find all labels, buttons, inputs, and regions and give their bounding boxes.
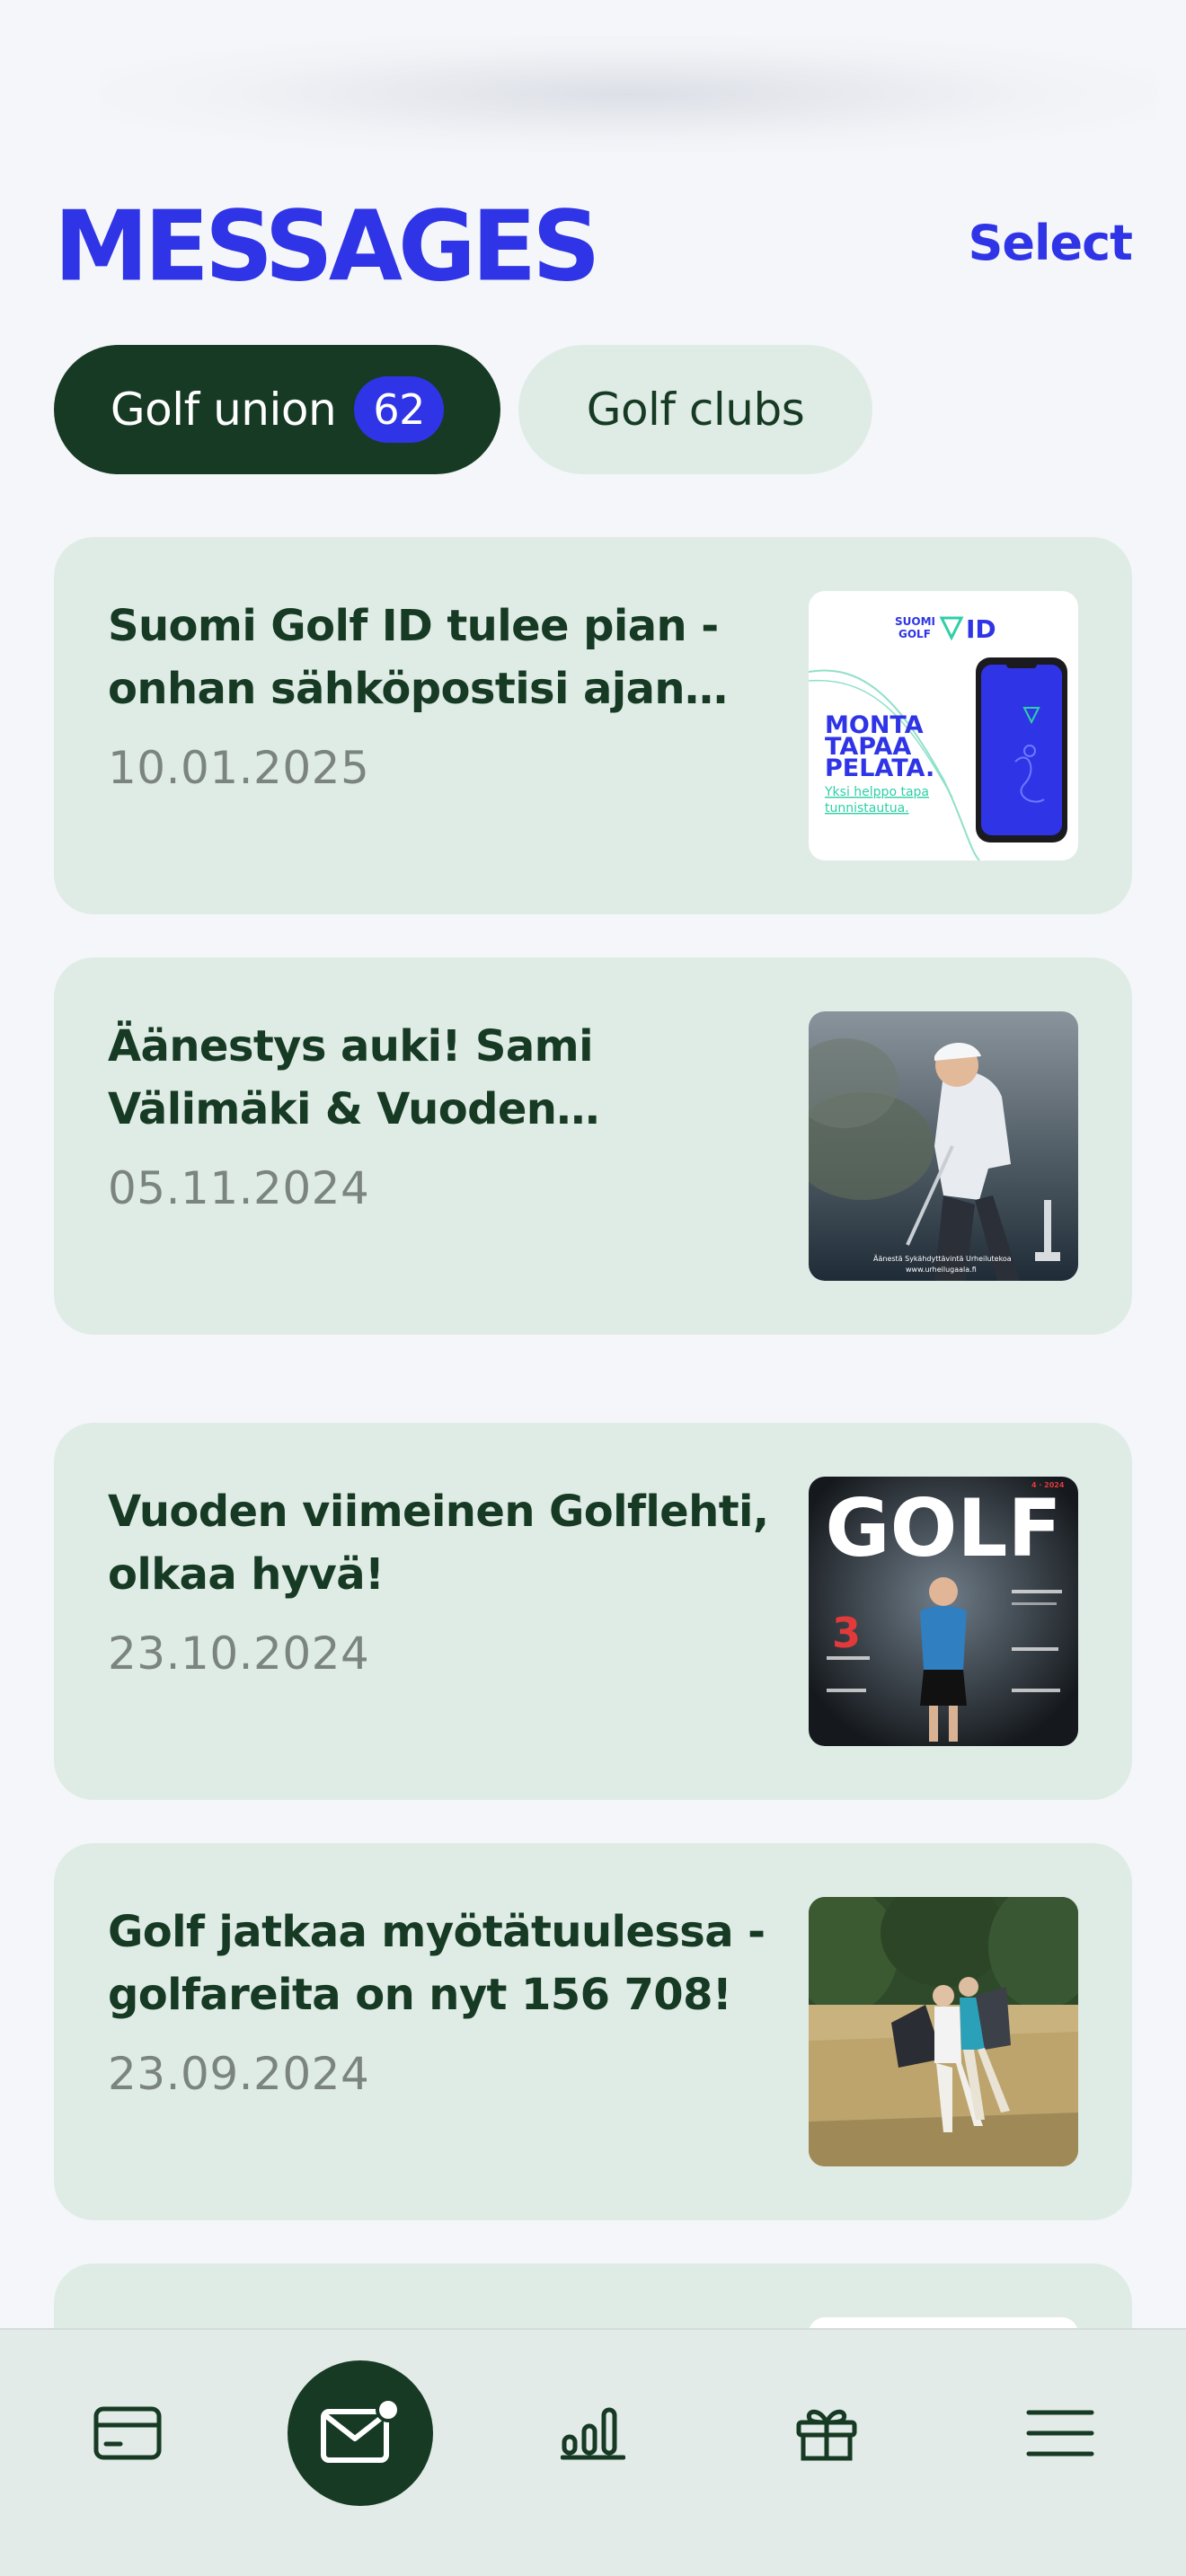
message-date: 10.01.2025 bbox=[108, 742, 370, 794]
bar-chart-icon bbox=[561, 2406, 625, 2460]
status-bar bbox=[99, 36, 1159, 153]
message-date: 23.09.2024 bbox=[108, 2048, 370, 2100]
message-tabs: Golf union 62 Golf clubs bbox=[54, 345, 872, 474]
bottom-nav bbox=[0, 2328, 1186, 2576]
thumb-caption-2: www.urheilugaala.fi bbox=[906, 1266, 977, 1274]
message-thumbnail: Äänestä Sykähdyttävintä Urheilutekoa www… bbox=[809, 1011, 1078, 1281]
message-card[interactable]: Vuoden viimeinen Golflehti, olkaa hyvä! … bbox=[54, 1423, 1132, 1800]
message-card[interactable]: Golf jatkaa myötätuulessa - golfareita o… bbox=[54, 1843, 1132, 2220]
thumb-logo-bottom: GOLF bbox=[898, 628, 931, 640]
nav-benefits[interactable] bbox=[755, 2330, 898, 2536]
message-date: 05.11.2024 bbox=[108, 1162, 370, 1214]
nav-card[interactable] bbox=[56, 2330, 199, 2536]
tab-label: Golf union bbox=[110, 384, 337, 436]
tab-golf-clubs[interactable]: Golf clubs bbox=[518, 345, 872, 474]
thumb-subline-1: Yksi helppo tapa bbox=[824, 785, 929, 799]
message-thumbnail: GOLF 4 · 2024 3 bbox=[809, 1477, 1078, 1746]
credit-card-icon bbox=[93, 2406, 162, 2460]
thumb-logo-top: SUOMI bbox=[895, 615, 935, 628]
message-title: Suomi Golf ID tulee pian - onhan sähköpo… bbox=[108, 601, 719, 714]
select-button[interactable]: Select bbox=[969, 219, 1133, 268]
unread-count-badge: 62 bbox=[354, 376, 445, 443]
message-title: Äänestys auki! Sami Välimäki & Vuoden Sy… bbox=[108, 1021, 594, 1134]
message-thumbnail: SUOMI GOLF ID MONTA TAPAA PELATA. Yksi h… bbox=[809, 591, 1078, 860]
message-title: Golf jatkaa myötätuulessa - golfareita o… bbox=[108, 1907, 766, 2020]
message-date: 23.10.2024 bbox=[108, 1628, 370, 1680]
thumb-caption-1: Äänestä Sykähdyttävintä Urheilutekoa bbox=[873, 1254, 1012, 1263]
thumb-masthead: GOLF bbox=[825, 1482, 1061, 1575]
nav-messages[interactable] bbox=[288, 2360, 433, 2506]
tab-label: Golf clubs bbox=[586, 384, 805, 436]
mail-icon bbox=[320, 2397, 401, 2469]
tab-golf-union[interactable]: Golf union 62 bbox=[54, 345, 500, 474]
nav-menu[interactable] bbox=[988, 2330, 1132, 2536]
message-title: Vuoden viimeinen Golflehti, olkaa hyvä! bbox=[108, 1486, 769, 1600]
page-title: MESSAGES bbox=[54, 190, 601, 304]
nav-stats[interactable] bbox=[521, 2330, 665, 2536]
gift-icon bbox=[795, 2404, 858, 2462]
menu-icon bbox=[1026, 2408, 1094, 2458]
thumb-big-number: 3 bbox=[832, 1609, 861, 1657]
thumb-issue: 4 · 2024 bbox=[1031, 1481, 1065, 1489]
message-card[interactable]: Suomi Golf ID tulee pian - onhan sähköpo… bbox=[54, 537, 1132, 914]
thumb-subline-2: tunnistautua. bbox=[825, 801, 909, 816]
thumb-logo-id: ID bbox=[966, 614, 996, 644]
message-card[interactable]: Äänestys auki! Sami Välimäki & Vuoden Sy… bbox=[54, 957, 1132, 1335]
message-thumbnail bbox=[809, 1897, 1078, 2166]
thumb-headline-3: PELATA. bbox=[825, 754, 934, 782]
